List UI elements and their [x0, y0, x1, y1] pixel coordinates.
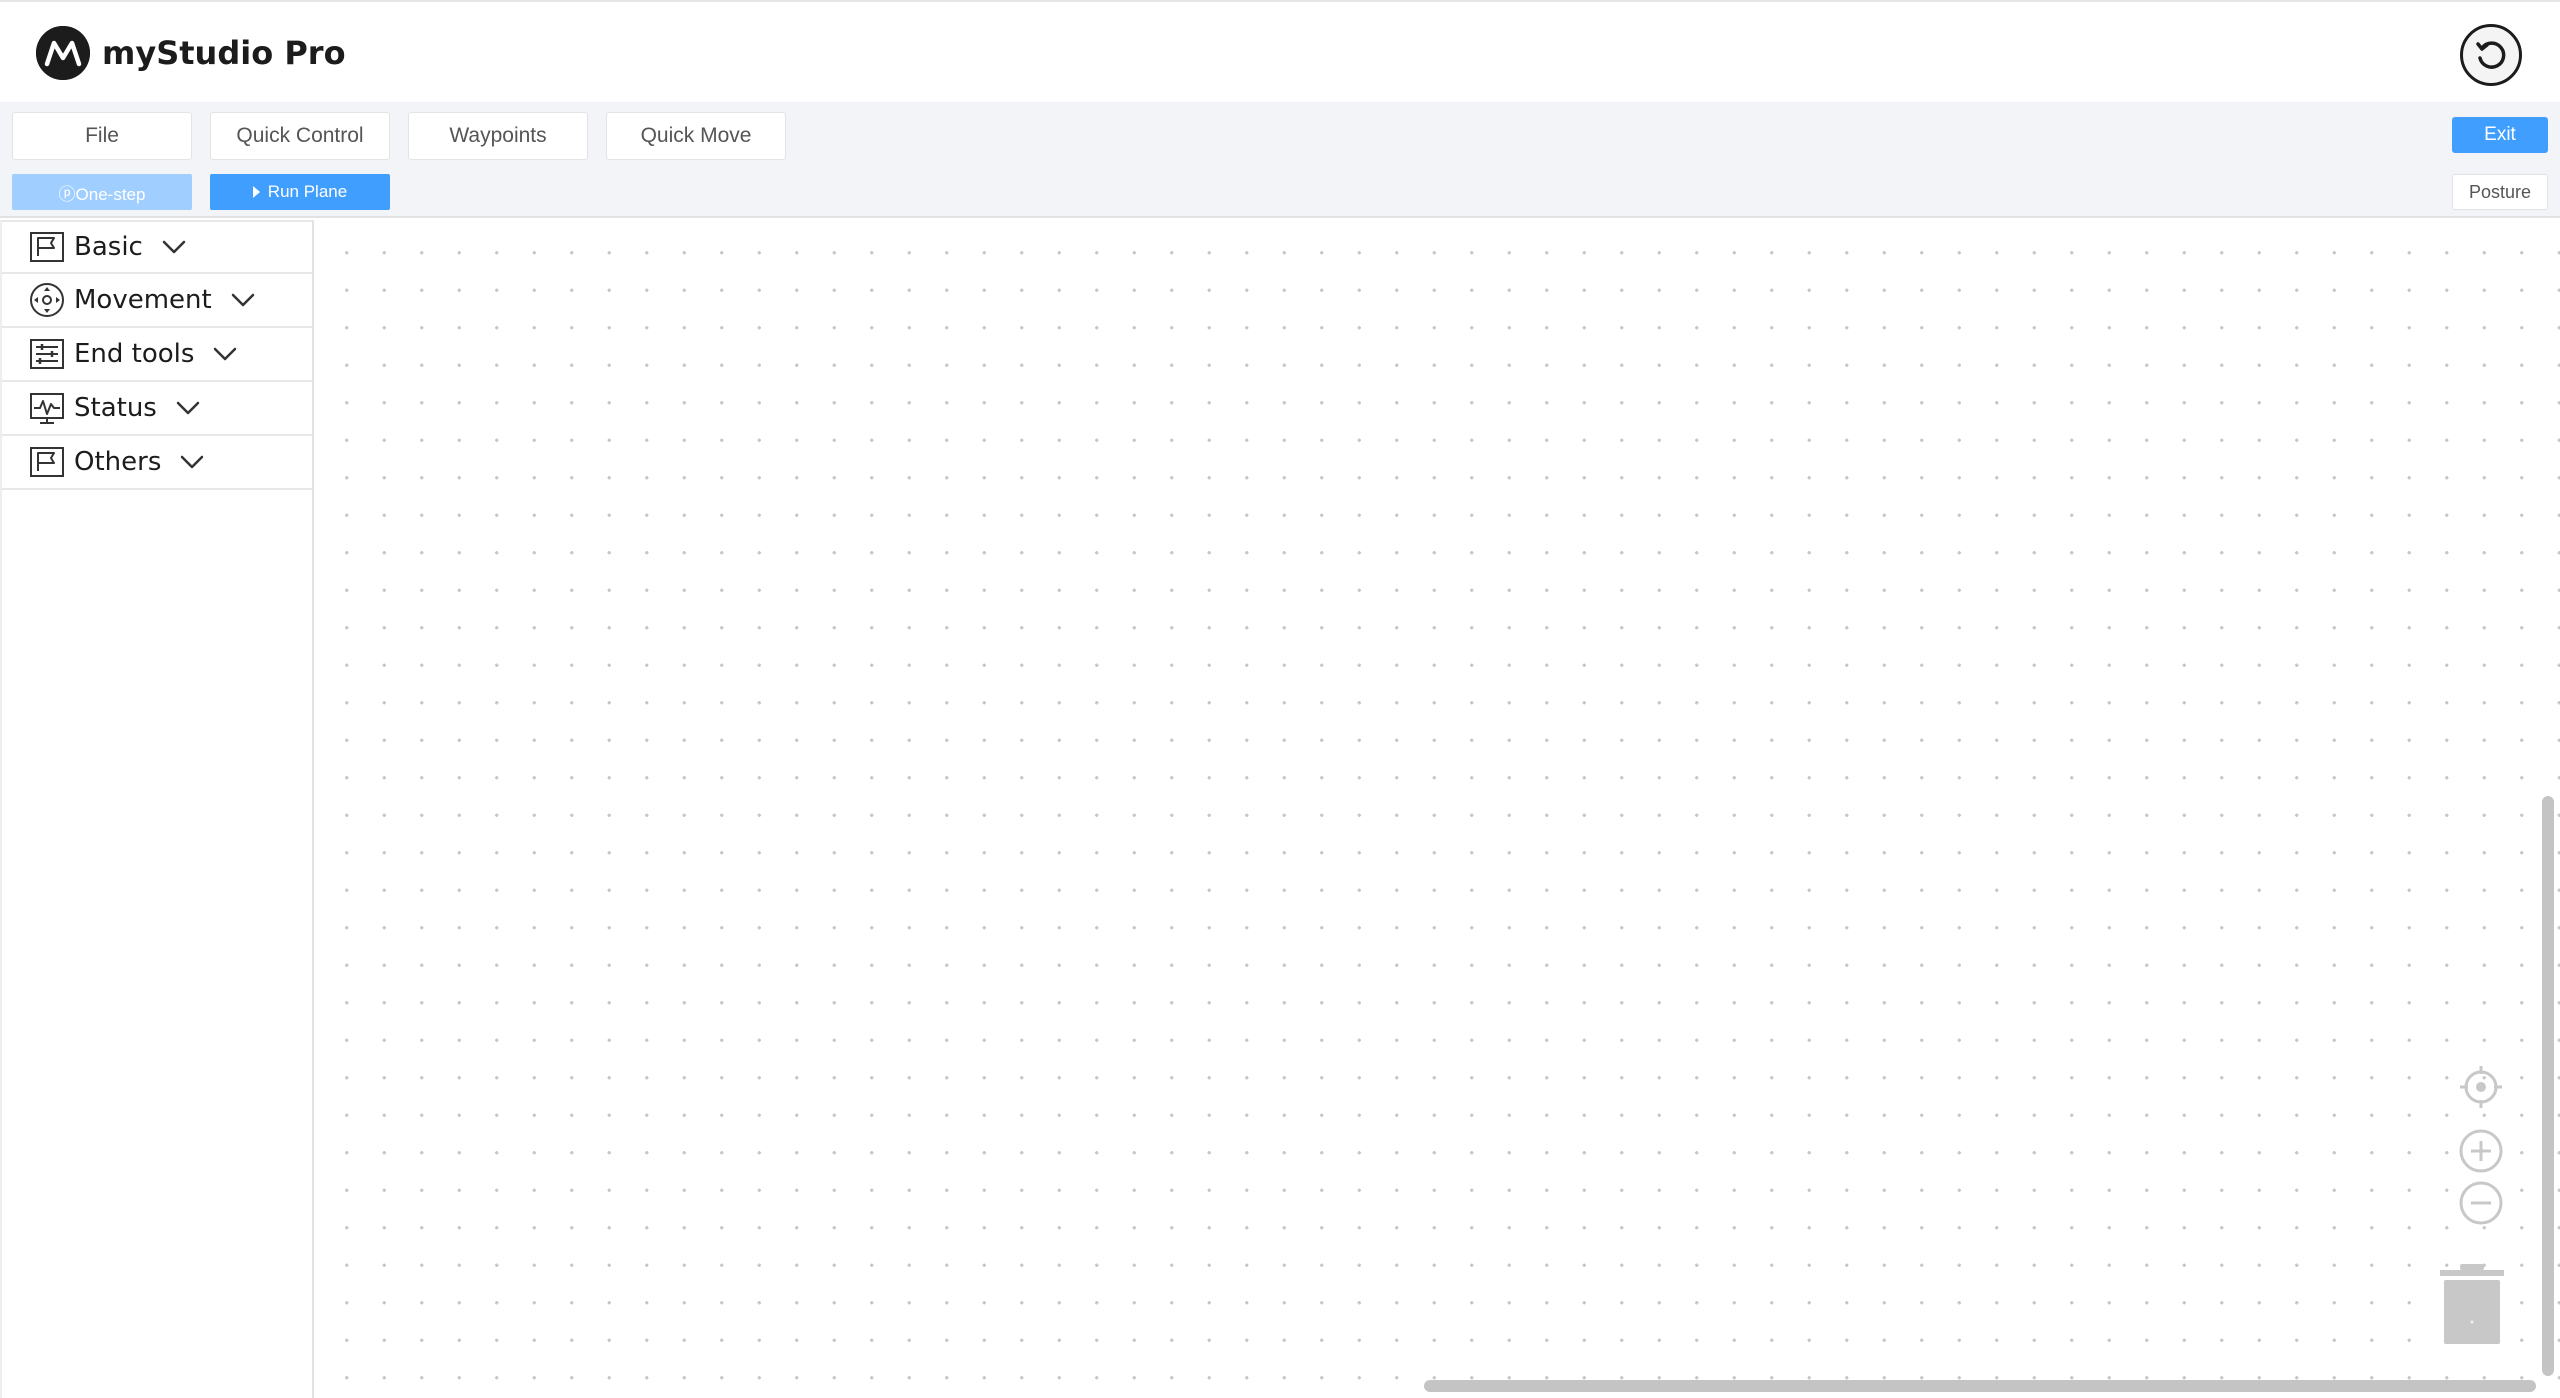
block-workspace-canvas[interactable]: [316, 220, 2560, 1398]
waypoints-menu-button[interactable]: Waypoints: [408, 112, 588, 160]
category-label: Movement: [74, 285, 212, 315]
movement-dpad-icon: [28, 281, 66, 319]
locate-center-button[interactable]: [2458, 1064, 2504, 1110]
run-plane-button[interactable]: Run Plane: [210, 174, 390, 210]
undo-button[interactable]: [2460, 24, 2522, 86]
app-window: myStudio Pro File Quick Control Waypoint…: [0, 0, 2560, 1398]
zoom-in-icon: [2459, 1129, 2503, 1173]
horizontal-scrollbar[interactable]: [1424, 1380, 2536, 1392]
zoom-out-button[interactable]: [2458, 1180, 2504, 1226]
monitor-pulse-icon: [28, 389, 66, 427]
undo-icon: [2476, 41, 2506, 69]
chevron-down-icon: [212, 344, 238, 364]
file-menu-button[interactable]: File: [12, 112, 192, 160]
quick-move-menu-button[interactable]: Quick Move: [606, 112, 786, 160]
category-movement[interactable]: Movement: [2, 274, 312, 328]
zoom-out-icon: [2459, 1181, 2503, 1225]
play-icon: [252, 186, 260, 198]
sliders-panel-icon: [28, 335, 66, 373]
quick-control-menu-button[interactable]: Quick Control: [210, 112, 390, 160]
mystudio-logo-icon: [36, 26, 90, 80]
category-label: Others: [74, 447, 162, 477]
category-label: Status: [74, 393, 157, 423]
posture-button[interactable]: Posture: [2452, 174, 2548, 210]
category-status[interactable]: Status: [2, 382, 312, 436]
header-bar: myStudio Pro: [0, 0, 2560, 102]
one-step-button[interactable]: ⓟOne-step: [12, 174, 192, 210]
category-label: Basic: [74, 232, 143, 262]
trash-icon: [2440, 1264, 2504, 1344]
category-basic[interactable]: Basic: [2, 220, 312, 274]
exit-button[interactable]: Exit: [2452, 117, 2548, 153]
category-others[interactable]: Others: [2, 436, 312, 490]
flag-frame-icon: [28, 443, 66, 481]
category-end-tools[interactable]: End tools: [2, 328, 312, 382]
toolbar: File Quick Control Waypoints Quick Move …: [0, 102, 2560, 218]
app-title: myStudio Pro: [102, 34, 346, 72]
block-category-sidebar: Basic Movement End tools Status Others: [0, 220, 314, 1398]
chevron-down-icon: [179, 452, 205, 472]
trash-can-button[interactable]: [2440, 1262, 2504, 1346]
chevron-down-icon: [161, 237, 187, 257]
run-plane-label: Run Plane: [267, 182, 348, 201]
category-label: End tools: [74, 339, 195, 369]
chevron-down-icon: [230, 290, 256, 310]
vertical-scrollbar[interactable]: [2542, 796, 2554, 1376]
chevron-down-icon: [175, 398, 201, 418]
locate-center-icon: [2460, 1066, 2502, 1108]
zoom-in-button[interactable]: [2458, 1128, 2504, 1174]
flag-frame-icon: [28, 228, 66, 266]
